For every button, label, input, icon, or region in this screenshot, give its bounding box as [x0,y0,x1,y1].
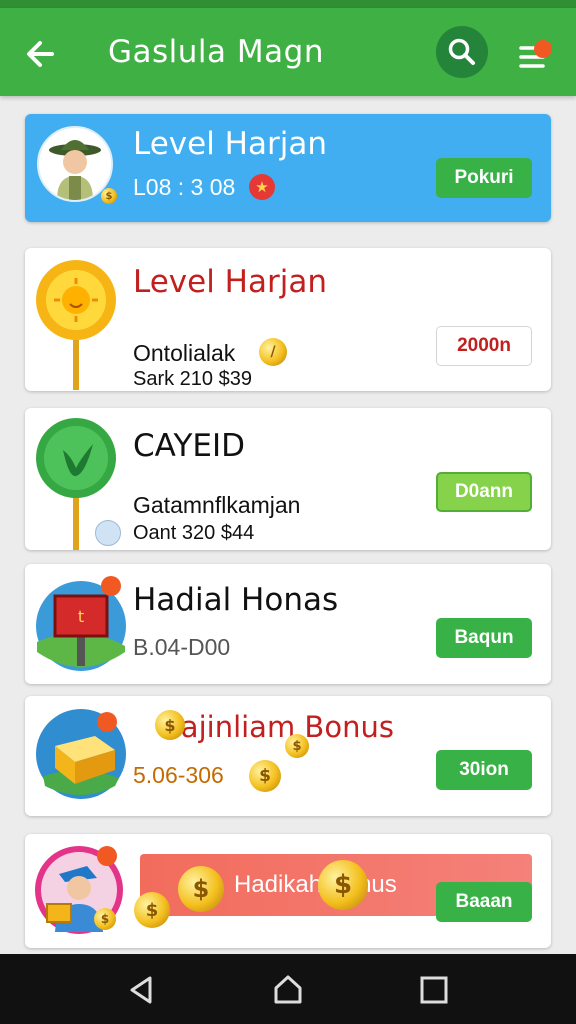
app-bar: Gaslula Magn [0,8,576,96]
coin-icon: $ [134,892,170,928]
profile-meta: L08 : 3 08 [133,174,236,200]
card-title: Hajinliam Bonus [159,710,394,744]
back-triangle-icon[interactable] [124,972,160,1008]
coin-icon: / [259,338,287,366]
card-title: CAYEID [133,428,245,464]
card-action-button[interactable]: 2000n [436,326,532,366]
hadial-card: t Hadial Honas B.04-D00 Baqun [25,564,551,684]
card-action-button[interactable]: Baqun [436,618,532,658]
coin-icon: $ [249,760,281,792]
banner-title: Hadikah Bonus [234,871,397,898]
back-arrow-icon[interactable] [22,34,62,74]
card-subtitle: Gatamnflkamjan [133,492,301,518]
search-icon [448,38,475,65]
recents-icon[interactable] [416,972,452,1008]
level-card: Level Harjan Ontolialak / Sark 210 $39 2… [25,248,551,391]
svg-text:t: t [78,607,84,626]
card-subtitle: 5.06-306 [133,762,224,788]
coin-icon: $ [285,734,309,758]
notification-dot [534,40,552,58]
card-subtitle: B.04-D00 [133,634,231,660]
gem-icon [95,520,121,546]
coin-icon: $ [178,866,224,912]
app-title: Gaslula Magn [108,34,324,70]
sun-icon [35,256,119,390]
card-title: Level Harjan [133,264,327,300]
navigation-bar [0,954,576,1024]
card-action-button[interactable]: D0ann [436,472,532,512]
card-subtitle: Ontolialak [133,340,236,366]
delivery-person-icon [33,842,127,942]
coin-icon: $ [318,860,368,910]
coin-icon: $ [101,188,117,204]
coin-icon: $ [155,710,185,740]
search-button[interactable] [436,26,488,78]
badge-icon: ★ [249,174,275,200]
billboard-icon: t [35,572,127,672]
home-icon[interactable] [270,972,306,1008]
card-action-button[interactable]: Baaan [436,882,532,922]
cayeid-card: CAYEID Gatamnflkamjan Oant 320 $44 D0ann [25,408,551,550]
profile-title: Level Harjan [133,126,327,162]
profile-card: $ Level Harjan L08 : 3 08 ★ Pokuri [25,114,551,222]
bonus-card: Hajinliam Bonus $ $ 5.06-306 $ 30ion [25,696,551,816]
card-title: Hadial Honas [133,582,339,618]
treasure-box-icon [35,704,127,804]
pokuri-button[interactable]: Pokuri [436,158,532,198]
status-bar [0,0,576,8]
coin-icon: $ [94,908,116,930]
card-action-button[interactable]: 30ion [436,750,532,790]
card-meta: Oant 320 $44 [133,522,255,544]
card-meta: Sark 210 $39 [133,368,252,390]
